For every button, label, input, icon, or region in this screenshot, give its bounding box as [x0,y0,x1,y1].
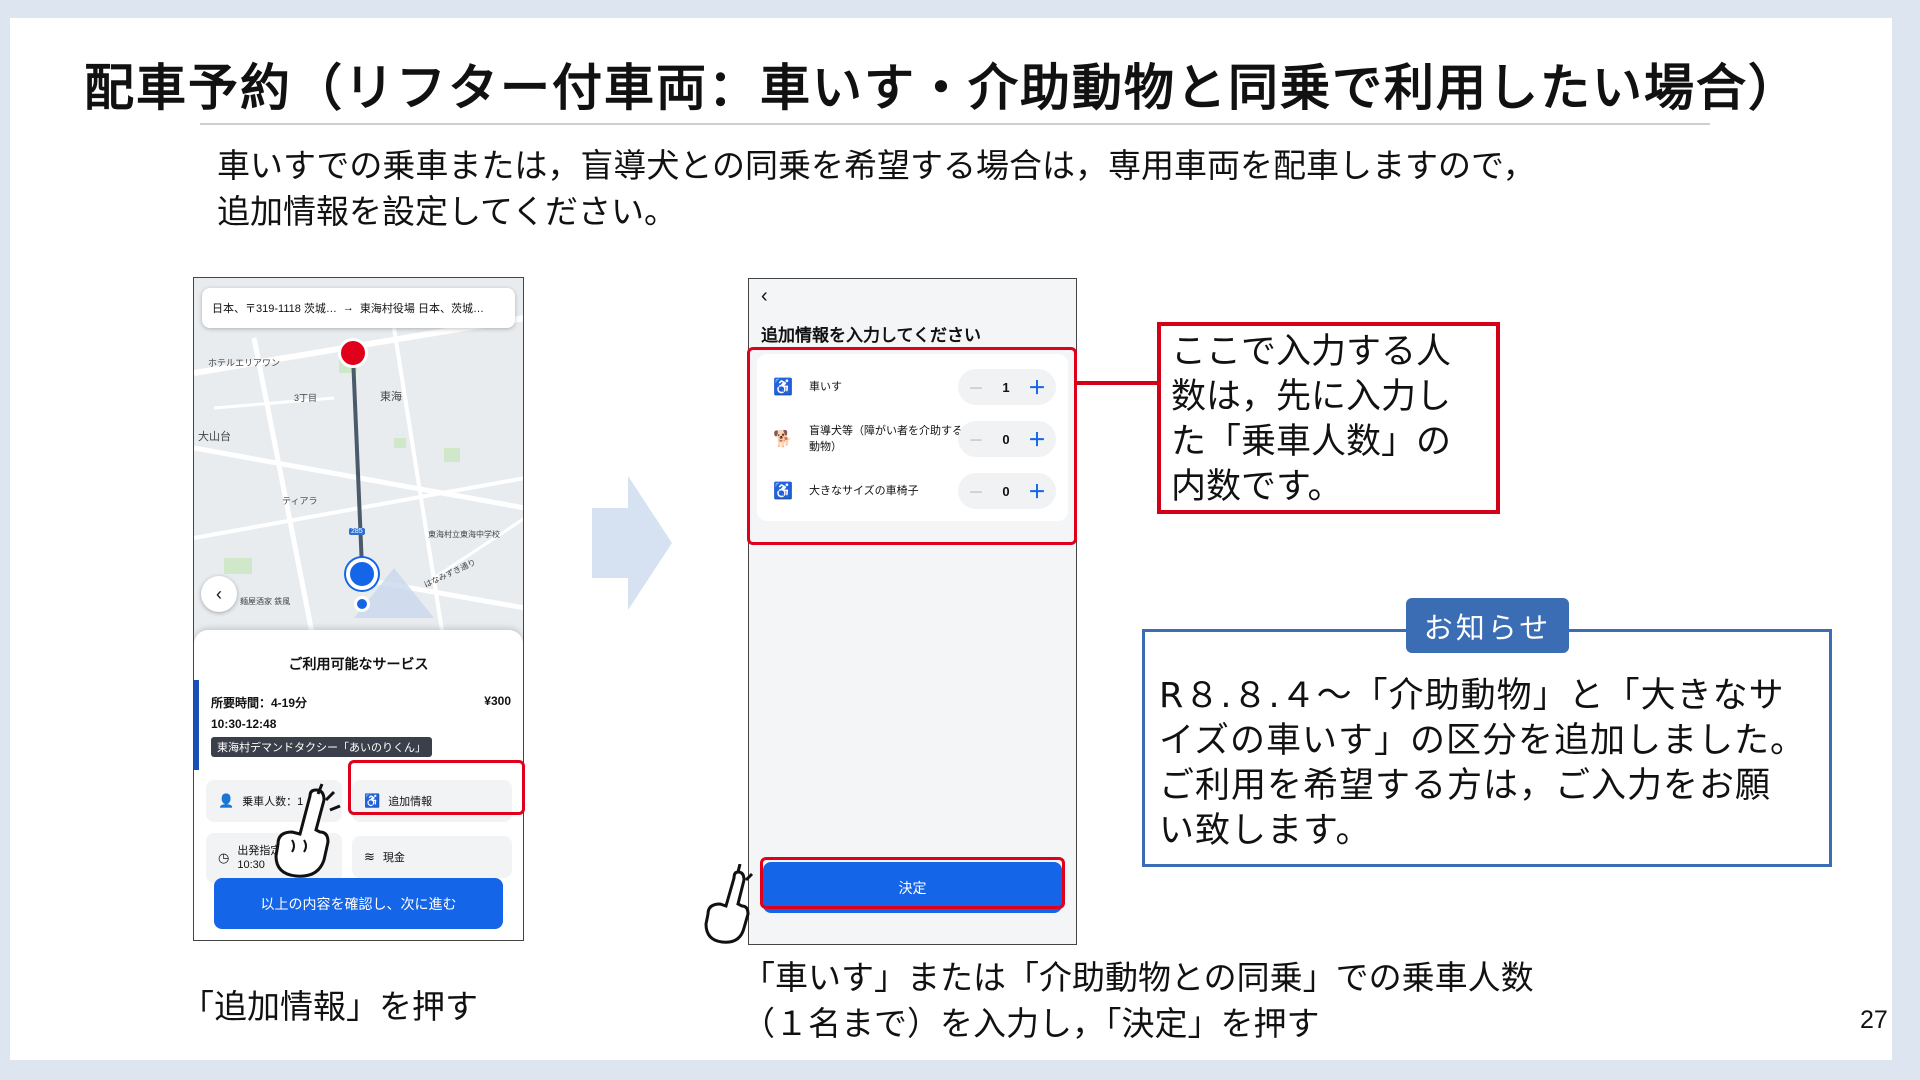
callout-connector [1074,381,1158,385]
additional-info-title: 追加情報を入力してください [761,326,981,345]
destination-pin-icon [338,338,368,368]
clock-icon: ◷ [218,850,230,865]
map-label-izakaya: 麺屋酒家 鉄風 [240,597,291,606]
notice-line-2: イズの車いす」の区分を追加しました。 [1159,721,1806,761]
map-back-button[interactable]: ‹ [201,576,237,612]
payment-label: 現金 [382,852,405,864]
notice-line-3: ご利用を希望する方は，ご入力をお願 [1159,766,1772,806]
slide-title: 配車予約（リフター付車両：車いす・介助動物と同乗で利用したい場合） [84,59,1800,117]
notice-line-1: R８.８.４～「介助動物」と「大きなサ [1159,676,1785,716]
current-location-icon [354,596,370,612]
map-label-oyamadai: 大山台 [198,431,231,443]
title-divider [200,123,1710,125]
intro-line-2: 追加情報を設定してください。 [217,192,678,231]
note-line-3: た「乗車人数」の [1171,422,1452,462]
coins-icon: ≋ [364,849,375,864]
payment-option[interactable]: ≋ 現金 [352,836,512,878]
route-number-badge: 285 [349,528,365,535]
sheet-title: ご利用可能なサービス [288,656,429,672]
caption-left: 「追加情報」を押す [181,987,478,1026]
notice-text: R８.８.４～「介助動物」と「大きなサ イズの車いす」の区分を追加しました。 ご… [1159,674,1806,854]
note-line-4: 内数です。 [1171,467,1343,507]
caption-right-line-2: （１名まで）を入力し，「決定」を押す [742,1004,1320,1043]
person-icon: 👤 [218,793,235,808]
note-line-2: 数は，先に入力し [1171,377,1452,417]
origin-pin-icon [346,558,378,590]
highlight-input-card [747,347,1077,545]
route-origin: 日本、〒319-1118 茨城… [212,303,337,315]
pointing-hand-icon [274,783,341,878]
departure-time: 10:30 [237,859,265,871]
highlight-additional-info [348,760,525,815]
map-label-hotel: ホテルエリアワン [208,358,281,368]
pointing-hand-icon [704,864,754,944]
next-button[interactable]: 以上の内容を確認し、次に進む [214,878,503,929]
highlight-confirm-button [760,857,1065,909]
caption-right-line-1: 「車いす」または「介助動物との同乗」での乗車人数 [742,958,1534,997]
next-step-arrow-icon [592,476,672,610]
notice-line-4: い致します。 [1159,811,1372,851]
note-line-1: ここで入力する人 [1171,332,1452,372]
map-view[interactable]: 日本、〒319-1118 茨城… → 東海村役場 日本、茨城… ホテルエリアワン… [194,278,523,643]
notice-label: お知らせ [1406,598,1569,653]
note-callout: ここで入力する人 数は，先に入力し た「乗車人数」の 内数です。 [1157,322,1500,514]
intro-line-1: 車いすでの乗車または，盲導犬との同乗を希望する場合は，専用車両を配車しますので， [217,146,1536,185]
caption-right: 「車いす」または「介助動物との同乗」での乗車人数 （１名まで）を入力し，「決定」… [742,955,1534,1047]
service-time: 10:30-12:48 [211,717,277,731]
service-duration: 所要時間：4-19分 [211,696,308,710]
service-price: ¥300 [484,694,511,708]
notice-box: R８.８.４～「介助動物」と「大きなサ イズの車いす」の区分を追加しました。 ご… [1142,629,1832,867]
intro-text: 車いすでの乗車または，盲導犬との同乗を希望する場合は，専用車両を配車しますので，… [217,143,1536,235]
map-label-tiara: ティアラ [282,496,318,506]
back-button[interactable]: ‹ [761,285,768,308]
page-number: 27 [1860,1006,1888,1034]
route-search-bar[interactable]: 日本、〒319-1118 茨城… → 東海村役場 日本、茨城… [202,288,515,328]
map-label-chome: 3丁目 [294,393,318,403]
map-label-school: 東海村立東海中学校 [428,530,500,539]
map-label-tokai: 東海 [380,391,402,403]
route-destination: 東海村役場 日本、茨城… [359,303,484,315]
route-arrow-icon: → [342,302,354,314]
service-card[interactable]: 所要時間：4-19分 ¥300 10:30-12:48 東海村デマンドタクシー「… [194,680,523,770]
phone-screenshot-service-selection: 日本、〒319-1118 茨城… → 東海村役場 日本、茨城… ホテルエリアワン… [193,277,524,941]
service-name-badge: 東海村デマンドタクシー「あいのりくん」 [211,737,432,757]
